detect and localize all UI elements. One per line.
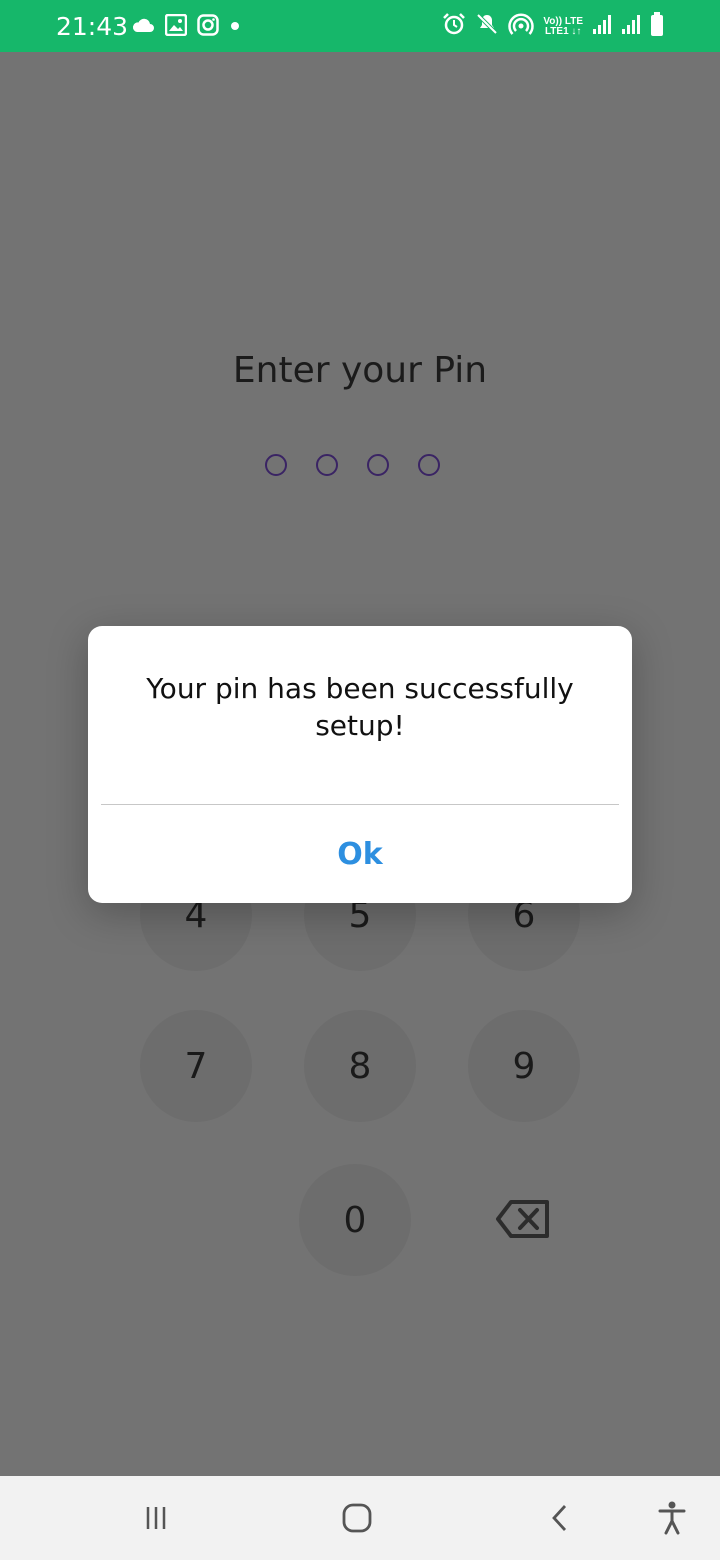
ok-button[interactable]: Ok: [101, 806, 619, 903]
accessibility-icon[interactable]: [652, 1498, 692, 1538]
home-icon[interactable]: [337, 1498, 377, 1538]
dialog-scrim[interactable]: Your pin has been successfully setup! Ok: [0, 0, 720, 1476]
dialog-divider: [101, 804, 619, 805]
dialog-message: Your pin has been successfully setup!: [146, 672, 574, 742]
navigation-bar: [0, 1476, 720, 1560]
success-dialog: Your pin has been successfully setup! Ok: [88, 626, 632, 903]
recent-apps-icon[interactable]: [136, 1498, 176, 1538]
back-icon[interactable]: [540, 1498, 580, 1538]
